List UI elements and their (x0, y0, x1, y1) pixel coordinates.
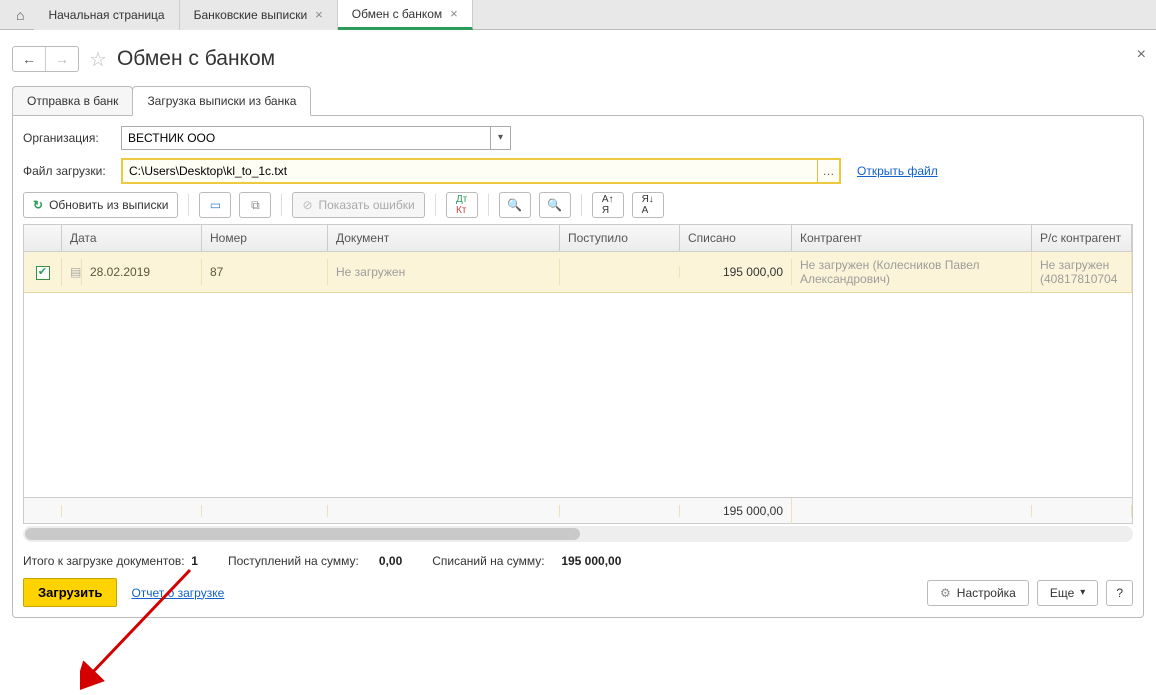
search-clear-icon: 🔍 (547, 198, 562, 212)
cell-date: 28.02.2019 (82, 259, 202, 285)
copy-icon: ⧉ (251, 198, 260, 213)
refresh-button[interactable]: ↻ Обновить из выписки (23, 192, 178, 218)
favorite-icon[interactable]: ☆ (89, 47, 107, 72)
org-input[interactable] (122, 131, 490, 145)
open-file-link[interactable]: Открыть файл (857, 164, 938, 178)
browse-button[interactable]: … (817, 160, 839, 182)
close-page-icon[interactable]: × (1137, 46, 1146, 64)
help-button[interactable]: ? (1106, 580, 1133, 606)
show-errors-button: ⊘ Показать ошибки (292, 192, 424, 218)
footer-out: 195 000,00 (680, 498, 792, 524)
top-tab-bar: ⌂ Начальная страница Банковские выписки … (0, 0, 1156, 30)
page-body: × ← → ☆ Обмен с банком Отправка в банк З… (0, 30, 1156, 624)
cell-num: 87 (202, 259, 328, 285)
file-row: Файл загрузки: … Открыть файл (23, 158, 1133, 184)
col-num[interactable]: Номер (202, 225, 328, 251)
org-label: Организация: (23, 131, 115, 145)
error-icon: ⊘ (302, 198, 312, 212)
gear-icon: ⚙ (940, 586, 951, 600)
bottom-toolbar: Загрузить Отчет о загрузке ⚙ Настройка Е… (23, 578, 1133, 607)
cell-contr: Не загружен (Колесников Павел Александро… (792, 252, 1032, 292)
dtkt-button[interactable]: ДтКт (446, 192, 478, 218)
grid-body: ✔ ▤ 28.02.2019 87 Не загружен 195 000,00… (24, 252, 1132, 497)
copy-button[interactable]: ⧉ (239, 192, 271, 218)
table-row[interactable]: ✔ ▤ 28.02.2019 87 Не загружен 195 000,00… (24, 252, 1132, 293)
tab-exchange[interactable]: Обмен с банком × (338, 0, 473, 30)
separator (188, 194, 189, 216)
col-check[interactable] (24, 225, 62, 251)
sort-asc-icon: А↑Я (602, 194, 614, 216)
col-contr[interactable]: Контрагент (792, 225, 1032, 251)
col-out[interactable]: Списано (680, 225, 792, 251)
dtkt-icon: ДтКт (456, 194, 467, 216)
sub-tab-bar: Отправка в банк Загрузка выписки из банк… (12, 86, 1144, 116)
sort-desc-icon: Я↓А (642, 194, 654, 216)
scroll-thumb[interactable] (25, 528, 580, 540)
settings-button[interactable]: ⚙ Настройка (927, 580, 1029, 606)
separator (488, 194, 489, 216)
row-checkbox[interactable]: ✔ (24, 258, 62, 286)
org-select[interactable]: ▾ (121, 126, 511, 150)
close-icon[interactable]: × (315, 7, 323, 22)
summary-out: Списаний на сумму: 195 000,00 (432, 554, 621, 568)
cell-in (560, 266, 680, 278)
tab-statements[interactable]: Банковские выписки × (180, 0, 338, 30)
summary-docs: Итого к загрузке документов: 1 (23, 554, 198, 568)
page-title: Обмен с банком (117, 47, 275, 71)
report-link[interactable]: Отчет о загрузке (131, 586, 224, 600)
separator (435, 194, 436, 216)
search-clear-button[interactable]: 🔍 (539, 192, 571, 218)
col-in[interactable]: Поступило (560, 225, 680, 251)
separator (281, 194, 282, 216)
dropdown-icon[interactable]: ▾ (490, 127, 510, 149)
load-button[interactable]: Загрузить (23, 578, 117, 607)
file-label: Файл загрузки: (23, 164, 115, 178)
file-input-box[interactable]: … (121, 158, 841, 184)
col-doc[interactable]: Документ (328, 225, 560, 251)
search-button[interactable]: 🔍 (499, 192, 531, 218)
grid-header: Дата Номер Документ Поступило Списано Ко… (24, 225, 1132, 252)
subtab-load[interactable]: Загрузка выписки из банка (132, 86, 311, 116)
cell-acc: Не загружен (40817810704 (1032, 252, 1132, 292)
subtab-send[interactable]: Отправка в банк (12, 86, 133, 116)
content-panel: Организация: ▾ Файл загрузки: … Открыть … (12, 115, 1144, 618)
card-button[interactable]: ▭ (199, 192, 231, 218)
summary-row: Итого к загрузке документов: 1 Поступлен… (23, 554, 1133, 568)
card-icon: ▭ (210, 198, 221, 212)
home-icon[interactable]: ⌂ (6, 7, 34, 23)
col-acc[interactable]: Р/с контрагент (1032, 225, 1132, 251)
nav-forward-button[interactable]: → (45, 47, 78, 71)
refresh-icon: ↻ (33, 198, 43, 212)
cell-doc: Не загружен (328, 259, 560, 285)
errors-label: Показать ошибки (319, 198, 415, 212)
refresh-label: Обновить из выписки (49, 198, 168, 212)
file-input[interactable] (123, 164, 817, 178)
sort-asc-button[interactable]: А↑Я (592, 192, 624, 218)
data-grid: Дата Номер Документ Поступило Списано Ко… (23, 224, 1133, 524)
tab-label: Банковские выписки (194, 8, 308, 22)
h-scrollbar[interactable] (23, 526, 1133, 542)
page-header: ← → ☆ Обмен с банком (12, 36, 1144, 86)
cell-out: 195 000,00 (680, 259, 792, 285)
search-icon: 🔍 (507, 198, 522, 212)
nav-arrows: ← → (12, 46, 79, 72)
chevron-down-icon: ▾ (1080, 587, 1085, 598)
separator (581, 194, 582, 216)
toolbar: ↻ Обновить из выписки ▭ ⧉ ⊘ Показать оши… (23, 192, 1133, 218)
doc-icon: ▤ (62, 259, 82, 285)
grid-footer: 195 000,00 (24, 497, 1132, 523)
close-icon[interactable]: × (450, 6, 458, 21)
more-button[interactable]: Еще ▾ (1037, 580, 1098, 606)
tab-home[interactable]: Начальная страница (34, 0, 179, 30)
col-date[interactable]: Дата (62, 225, 202, 251)
tab-label: Обмен с банком (352, 7, 442, 21)
nav-back-button[interactable]: ← (13, 47, 45, 71)
org-row: Организация: ▾ (23, 126, 1133, 150)
summary-in: Поступлений на сумму: 0,00 (228, 554, 402, 568)
tab-label: Начальная страница (48, 8, 164, 22)
sort-desc-button[interactable]: Я↓А (632, 192, 664, 218)
